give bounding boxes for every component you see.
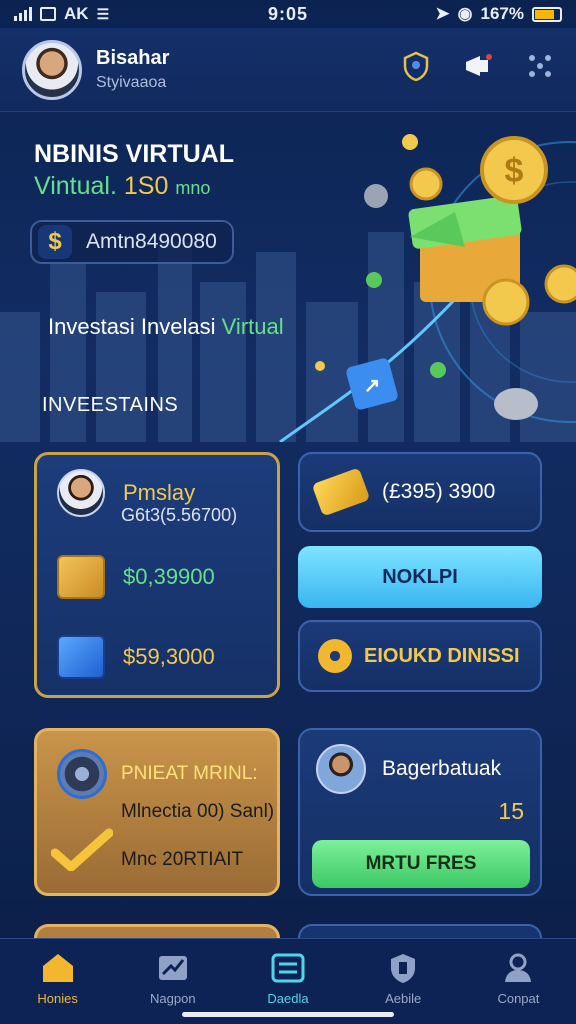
asset-value-2: $59,3000	[123, 644, 215, 669]
nav-label-list: Daedla	[267, 991, 309, 1006]
nav-label-user: Conpat	[497, 991, 540, 1006]
portfolio-card[interactable]: Pmslay G6t3(5.56700) $0,39900 $59,3000	[34, 452, 280, 698]
shield-badge-icon	[386, 951, 420, 985]
home-icon	[41, 951, 75, 985]
status-bar: AK ☰ 9:05 ➤ ◉ 167%	[0, 0, 576, 28]
hero-title: NBINIS VIRTUAL	[34, 140, 234, 168]
sim-icon	[40, 7, 56, 21]
gear-card[interactable]: EIOUKD DINISSI	[298, 620, 542, 692]
gold-bar-icon	[311, 467, 371, 517]
portfolio-name: Pmslay	[123, 480, 196, 505]
promo-title: PNIEAT MRINL:	[121, 763, 258, 784]
home-indicator[interactable]	[182, 1012, 394, 1017]
crate-icon	[57, 555, 105, 599]
list-icon	[271, 951, 305, 985]
hero-subtitle: Vintual. 1S0 mno	[34, 172, 211, 200]
user-icon	[501, 951, 535, 985]
dollar-icon: $	[38, 225, 72, 259]
nav-label-home: Honies	[37, 991, 78, 1006]
app-header: Bisahar Styivaaoa	[0, 28, 576, 112]
hero-banner: $ ↗ NBINIS VIRTUAL Vintual. 1S0 mno $ Am…	[0, 112, 576, 442]
promo-bottom: Mnc 20RTIAIT	[121, 849, 244, 870]
wifi-icon: ☰	[96, 5, 110, 22]
promo-line: Mlnectia 00) Sanl)	[121, 801, 275, 822]
balance-pill[interactable]: $ Amtn8490080	[30, 220, 234, 264]
carrier-label: AK	[64, 4, 89, 23]
promo-card[interactable]: PNIEAT MRINL: Mlnectia 00) Sanl) Mnc 20R…	[34, 728, 280, 896]
gold-value: (£395) 3900	[382, 480, 496, 503]
green-action-button[interactable]: MRTU FRES	[312, 840, 530, 888]
gear-label: EIOUKD DINISSI	[364, 644, 520, 667]
status-time: 9:05	[267, 3, 309, 24]
vault-icon	[57, 749, 107, 799]
agent-count: 15	[498, 798, 524, 824]
menu-dots-icon[interactable]	[526, 52, 554, 87]
battery-icon	[532, 6, 562, 22]
box-icon	[57, 635, 105, 679]
agent-avatar	[316, 744, 366, 794]
user-name: Bisahar	[96, 47, 170, 69]
alarm-icon: ◉	[457, 4, 473, 23]
megaphone-icon[interactable]	[462, 52, 494, 87]
cyan-action-button[interactable]: NOKLPI	[298, 546, 542, 608]
shield-icon[interactable]	[402, 51, 430, 88]
location-icon: ➤	[435, 4, 450, 23]
chart-icon	[156, 951, 190, 985]
signal-icon	[14, 7, 32, 21]
nav-item-user[interactable]: Conpat	[461, 939, 576, 1024]
investment-label: Investasi Invelasi Virtual	[48, 314, 284, 339]
svg-text:↗: ↗	[364, 375, 381, 397]
battery-percent: 167%	[480, 4, 524, 23]
agent-title: Bagerbatuak	[382, 757, 502, 780]
portfolio-avatar	[57, 469, 105, 517]
nav-item-home[interactable]: Honies	[0, 939, 115, 1024]
balance-value: Amtn8490080	[86, 230, 217, 253]
avatar[interactable]	[22, 39, 82, 100]
asset-value-1: $0,39900	[123, 564, 215, 589]
section-title: INVEESTAINS	[42, 394, 179, 416]
user-subtitle: Styivaaoa	[96, 74, 167, 91]
svg-text:$: $	[505, 152, 524, 190]
agent-card[interactable]: Bagerbatuak 15 MRTU FRES	[298, 728, 542, 896]
portfolio-value: G6t3(5.56700)	[121, 505, 238, 525]
nav-label-shield: Aebile	[385, 991, 422, 1006]
checkmark-icon	[51, 828, 113, 871]
gold-card[interactable]: (£395) 3900	[298, 452, 542, 532]
nav-label-chart: Nagpon	[150, 991, 196, 1006]
gear-icon	[318, 639, 352, 673]
investment-illustration: $ ↗	[279, 134, 576, 442]
